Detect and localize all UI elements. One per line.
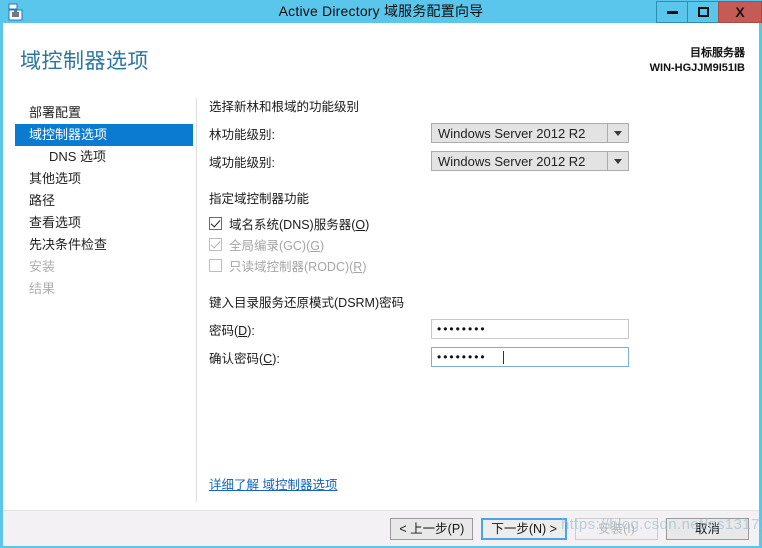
- sidebar-divider: [196, 98, 197, 502]
- content-area: 部署配置 域控制器选项 DNS 选项 其他选项 路径 查看选项 先决条件检查 安…: [3, 96, 759, 510]
- title-bar: Active Directory 域服务配置向导 X: [0, 0, 762, 23]
- window-title: Active Directory 域服务配置向导: [278, 3, 484, 19]
- dns-server-label: 域名系统(DNS)服务器(O): [229, 218, 370, 232]
- wizard-steps-sidebar: 部署配置 域控制器选项 DNS 选项 其他选项 路径 查看选项 先决条件检查 安…: [3, 102, 193, 300]
- confirm-password-label: 确认密码(C):: [209, 351, 280, 366]
- rodc-label: 只读域控制器(RODC)(R): [229, 260, 367, 274]
- domain-functional-level-row: 域功能级别: Windows Server 2012 R2: [209, 150, 749, 172]
- rodc-checkbox: [209, 259, 222, 272]
- close-button[interactable]: X: [718, 1, 762, 23]
- sidebar-item-review-options[interactable]: 查看选项: [3, 212, 193, 234]
- maximize-button[interactable]: [687, 1, 718, 23]
- domain-functional-level-label: 域功能级别:: [209, 155, 275, 170]
- maximize-icon: [697, 7, 709, 17]
- text-caret: [503, 350, 504, 364]
- sidebar-item-installation: 安装: [29, 259, 56, 274]
- window-controls: X: [656, 0, 762, 23]
- wizard-buttons: < 上一步(P) 下一步(N) > 安装(I) 取消: [390, 518, 749, 540]
- target-server-name: WIN-HGJJM9I51IB: [649, 62, 745, 74]
- page-title: 域控制器选项: [20, 50, 149, 73]
- back-button[interactable]: < 上一步(P): [390, 518, 474, 540]
- sidebar-item-additional-options[interactable]: 其他选项: [3, 168, 193, 190]
- domain-functional-level-select[interactable]: Windows Server 2012 R2: [431, 151, 629, 171]
- password-value: ••••••••: [437, 322, 487, 336]
- forest-functional-level-select[interactable]: Windows Server 2012 R2: [431, 123, 629, 143]
- next-button[interactable]: 下一步(N) >: [481, 518, 567, 540]
- rodc-checkbox-row: 只读域控制器(RODC)(R): [209, 256, 749, 275]
- confirm-password-value: ••••••••: [437, 350, 487, 364]
- chevron-down-icon[interactable]: [607, 124, 628, 142]
- sidebar-item-paths[interactable]: 路径: [3, 190, 193, 212]
- footer-bar: < 上一步(P) 下一步(N) > 安装(I) 取消: [3, 510, 759, 546]
- capabilities-heading: 指定域控制器功能: [209, 192, 310, 206]
- password-input[interactable]: ••••••••: [431, 319, 629, 339]
- password-label: 密码(D):: [209, 323, 255, 338]
- forest-functional-level-label: 林功能级别:: [209, 127, 275, 142]
- minimize-button[interactable]: [656, 1, 687, 23]
- forest-functional-level-value: Windows Server 2012 R2: [438, 125, 586, 141]
- confirm-password-input[interactable]: ••••••••: [431, 347, 629, 367]
- install-button: 安装(I): [575, 518, 658, 540]
- sidebar-item-prerequisites-check[interactable]: 先决条件检查: [3, 234, 193, 256]
- password-row: 密码(D): ••••••••: [209, 318, 749, 340]
- functional-level-heading: 选择新林和根域的功能级别: [209, 100, 360, 114]
- global-catalog-checkbox: [209, 238, 222, 251]
- sidebar-item-results: 结果: [29, 281, 56, 296]
- domain-functional-level-value: Windows Server 2012 R2: [438, 153, 586, 169]
- main-pane: 选择新林和根域的功能级别 林功能级别: Windows Server 2012 …: [209, 96, 749, 374]
- global-catalog-label: 全局编录(GC)(G): [229, 239, 325, 253]
- dns-server-checkbox[interactable]: [209, 217, 222, 230]
- sidebar-item-dns-options[interactable]: DNS 选项: [3, 146, 193, 168]
- minimize-icon: [666, 10, 678, 14]
- target-server-caption: 目标服务器: [690, 47, 745, 59]
- chevron-down-icon[interactable]: [607, 152, 628, 170]
- global-catalog-checkbox-row: 全局编录(GC)(G): [209, 235, 749, 254]
- learn-more-link[interactable]: 详细了解 域控制器选项: [209, 474, 337, 493]
- page-header: 域控制器选项 目标服务器 WIN-HGJJM9I51IB: [3, 23, 759, 96]
- dsrm-heading: 键入目录服务还原模式(DSRM)密码: [209, 296, 405, 310]
- confirm-password-row: 确认密码(C): ••••••••: [209, 346, 749, 368]
- dns-server-checkbox-row[interactable]: 域名系统(DNS)服务器(O): [209, 214, 749, 233]
- cancel-button[interactable]: 取消: [666, 518, 749, 540]
- target-server-block: 目标服务器 WIN-HGJJM9I51IB: [650, 46, 745, 76]
- sidebar-item-deployment-config[interactable]: 部署配置: [3, 102, 193, 124]
- sidebar-item-domain-controller-options[interactable]: 域控制器选项: [15, 124, 193, 146]
- wizard-window: Active Directory 域服务配置向导 X 域控制器选项 目标服务器 …: [0, 0, 762, 548]
- forest-functional-level-row: 林功能级别: Windows Server 2012 R2: [209, 122, 749, 144]
